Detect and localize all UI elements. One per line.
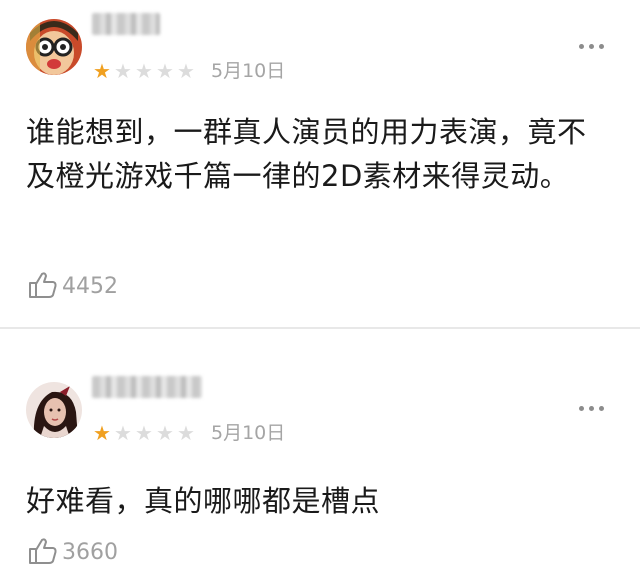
review-date: 5月10日 [211, 422, 286, 444]
like-count: 3660 [62, 540, 118, 565]
username-blurred[interactable] [92, 376, 202, 398]
review-text: 好难看，真的哪哪都是槽点 [26, 484, 381, 518]
review-date: 5月10日 [211, 60, 286, 82]
thumbs-up-icon [29, 272, 57, 298]
like-count: 4452 [62, 274, 118, 299]
review-item: ★ ★ ★ ★ ★ 5月10日 好难看，真的哪哪都是槽点 3660 [0, 329, 640, 581]
user-avatar[interactable] [26, 382, 82, 438]
star-empty-icon: ★ [114, 59, 132, 83]
more-options-icon[interactable] [579, 44, 604, 49]
more-options-icon[interactable] [579, 406, 604, 411]
star-empty-icon: ★ [156, 59, 174, 83]
star-filled-icon: ★ [93, 59, 111, 83]
star-empty-icon: ★ [135, 421, 153, 445]
like-button[interactable]: 3660 [28, 537, 118, 565]
review-text: 谁能想到，一群真人演员的用力表演，竟不及橙光游戏千篇一律的2D素材来得灵动。 [26, 115, 587, 193]
star-rating: ★ ★ ★ ★ ★ [92, 61, 196, 81]
star-rating: ★ ★ ★ ★ ★ [92, 423, 196, 443]
star-empty-icon: ★ [114, 421, 132, 445]
username-blurred[interactable] [92, 13, 160, 35]
star-empty-icon: ★ [177, 421, 195, 445]
star-filled-icon: ★ [93, 421, 111, 445]
thumbs-up-icon [29, 538, 57, 564]
star-empty-icon: ★ [156, 421, 174, 445]
user-avatar[interactable] [26, 19, 82, 75]
review-item: ★ ★ ★ ★ ★ 5月10日 谁能想到，一群真人演员的用力表演，竟不及橙光游戏… [0, 0, 640, 328]
like-button[interactable]: 4452 [28, 271, 118, 299]
star-empty-icon: ★ [177, 59, 195, 83]
star-empty-icon: ★ [135, 59, 153, 83]
